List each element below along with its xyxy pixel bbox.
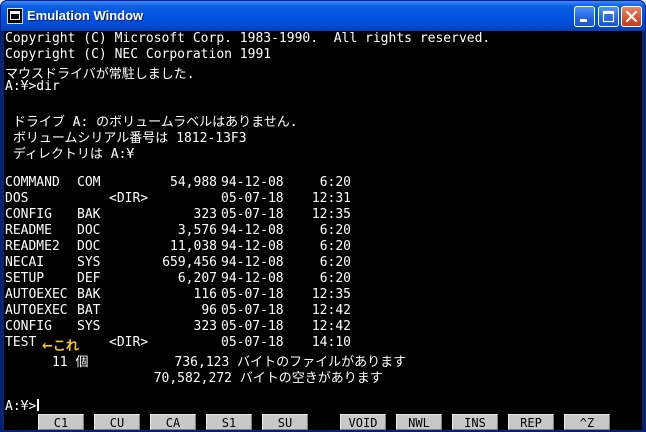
function-key-f8[interactable]: INS — [452, 414, 498, 430]
free-space-summary: 70,582,272 バイトの空きがあります — [5, 371, 383, 386]
file-time: 12:31 — [311, 191, 351, 206]
title-bar[interactable]: Emulation Window — [1, 1, 645, 31]
file-date: 05-07-18 — [221, 303, 284, 318]
file-date: 05-07-18 — [221, 287, 284, 302]
file-time: 6:20 — [319, 239, 351, 254]
file-time: 6:20 — [319, 175, 351, 190]
file-time: 12:35 — [311, 207, 351, 222]
function-key-f6[interactable]: VOID — [340, 414, 386, 430]
file-date: 94-12-08 — [221, 239, 284, 254]
file-name: COMMAND — [5, 175, 60, 190]
file-date: 05-07-18 — [221, 207, 284, 222]
file-extension: BAT — [77, 303, 101, 318]
file-time: 12:42 — [311, 303, 351, 318]
header-line: Copyright (C) NEC Corporation 1991 — [5, 47, 272, 62]
file-time: 6:20 — [319, 223, 351, 238]
file-name: AUTOEXEC — [5, 287, 68, 302]
function-key-f3[interactable]: CA — [150, 414, 196, 430]
file-time: 12:42 — [311, 319, 351, 334]
file-size: 116 — [193, 287, 217, 302]
directory-entry: DOS <DIR> 05-07-18 12:31 — [5, 191, 365, 207]
file-extension: BAK — [77, 207, 101, 222]
file-date: 05-07-18 — [221, 335, 284, 350]
terminal-icon[interactable] — [7, 8, 23, 24]
file-name: SETUP — [5, 271, 45, 286]
file-extension: BAK — [77, 287, 101, 302]
file-count-summary: 11 個 736,123 バイトのファイルがあります — [5, 355, 407, 370]
file-date: 05-07-18 — [221, 319, 284, 334]
file-extension: SYS — [77, 319, 101, 334]
directory-line: ディレクトリは A:¥ — [5, 147, 135, 162]
file-date: 94-12-08 — [221, 255, 284, 270]
emulation-window: Emulation Window Copyright (C) Microsoft… — [0, 0, 646, 432]
command-line: A:¥>dir — [5, 79, 60, 94]
function-key-f5[interactable]: SU — [262, 414, 308, 430]
file-time: 6:20 — [319, 255, 351, 270]
volume-label-line: ドライブ A: のボリュームラベルはありません. — [5, 115, 298, 130]
file-name: README2 — [5, 239, 60, 254]
file-name: NECAI — [5, 255, 45, 270]
function-key-f1[interactable]: C1 — [38, 414, 84, 430]
console-screen[interactable]: Copyright (C) Microsoft Corp. 1983-1990.… — [4, 31, 642, 430]
file-date: 94-12-08 — [221, 271, 284, 286]
file-size: 96 — [201, 303, 217, 318]
dir-marker: <DIR> — [109, 191, 149, 206]
file-time: 6:20 — [319, 271, 351, 286]
file-extension: COM — [77, 175, 101, 190]
file-size: 323 — [193, 319, 217, 334]
directory-entry: README2 DOC 11,038 94-12-08 6:20 — [5, 239, 365, 255]
header-line: マウスドライバが常駐しました. — [5, 67, 195, 82]
file-name: CONFIG — [5, 319, 52, 334]
file-date: 94-12-08 — [221, 223, 284, 238]
directory-entry: CONFIG SYS 323 05-07-18 12:42 — [5, 319, 365, 335]
file-extension: DOC — [77, 239, 101, 254]
window-title: Emulation Window — [27, 8, 144, 23]
close-button[interactable] — [621, 6, 642, 27]
file-size: 11,038 — [170, 239, 217, 254]
directory-entry: NECAI SYS 659,456 94-12-08 6:20 — [5, 255, 365, 271]
directory-entry: README DOC 3,576 94-12-08 6:20 — [5, 223, 365, 239]
file-date: 05-07-18 — [221, 191, 284, 206]
function-key-bar: C1 CU CA S1 SU VOID NWL INS REP ^Z — [4, 411, 642, 430]
volume-serial-line: ボリュームシリアル番号は 1812-13F3 — [5, 131, 247, 146]
header-line: Copyright (C) Microsoft Corp. 1983-1990.… — [5, 31, 491, 46]
file-date: 94-12-08 — [221, 175, 284, 190]
dir-marker: <DIR> — [109, 335, 149, 350]
file-time: 12:35 — [311, 287, 351, 302]
directory-entry: AUTOEXEC BAK 116 05-07-18 12:35 — [5, 287, 365, 303]
file-extension: DEF — [77, 271, 101, 286]
directory-entry: CONFIG BAK 323 05-07-18 12:35 — [5, 207, 365, 223]
minimize-icon — [580, 19, 587, 22]
maximize-icon — [602, 10, 615, 23]
minimize-button[interactable] — [574, 6, 595, 27]
file-name: DOS — [5, 191, 29, 206]
file-size: 6,207 — [177, 271, 217, 286]
function-key-f2[interactable]: CU — [94, 414, 140, 430]
file-size: 323 — [193, 207, 217, 222]
file-size: 54,988 — [170, 175, 217, 190]
file-extension: SYS — [77, 255, 101, 270]
function-key-f7[interactable]: NWL — [396, 414, 442, 430]
directory-entry: AUTOEXEC BAT 96 05-07-18 12:42 — [5, 303, 365, 319]
file-name: CONFIG — [5, 207, 52, 222]
callout-annotation: ←これ — [42, 335, 79, 354]
file-extension: DOC — [77, 223, 101, 238]
function-key-f9[interactable]: REP — [508, 414, 554, 430]
file-name: AUTOEXEC — [5, 303, 68, 318]
directory-entry: SETUP DEF 6,207 94-12-08 6:20 — [5, 271, 365, 287]
file-name: README — [5, 223, 52, 238]
file-size: 3,576 — [177, 223, 217, 238]
function-key-f4[interactable]: S1 — [206, 414, 252, 430]
file-name: TEST — [5, 335, 37, 350]
directory-entry: COMMAND COM 54,988 94-12-08 6:20 — [5, 175, 365, 191]
file-size: 659,456 — [162, 255, 217, 270]
maximize-button[interactable] — [598, 6, 619, 27]
function-key-f10[interactable]: ^Z — [564, 414, 610, 430]
file-time: 14:10 — [311, 335, 351, 350]
close-icon — [625, 10, 638, 23]
